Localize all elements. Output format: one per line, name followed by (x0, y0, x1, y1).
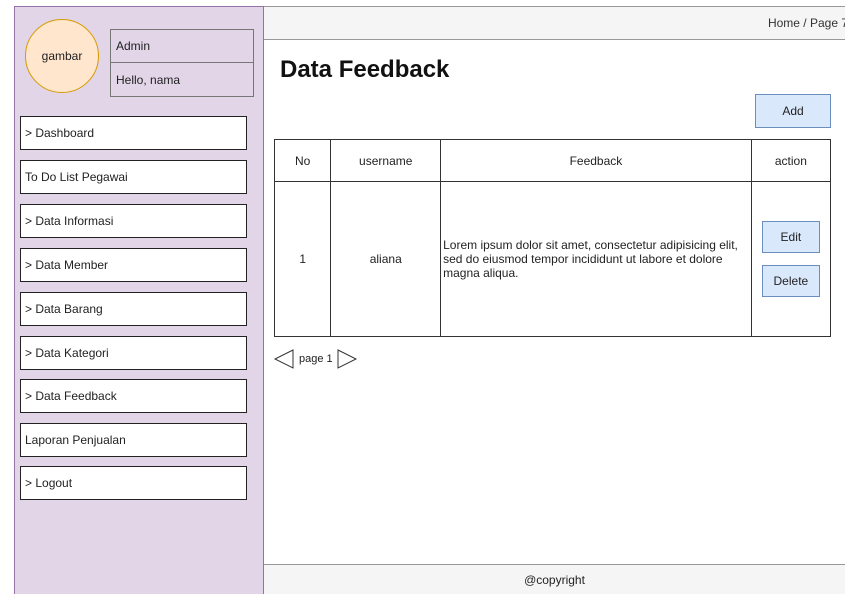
sidebar-item-laporan-penjualan[interactable]: Laporan Penjualan (20, 423, 247, 457)
action-spacer (753, 253, 829, 265)
sidebar: gambar Admin Hello, nama > Dashboard To … (14, 6, 264, 594)
user-info: Admin Hello, nama (110, 29, 254, 97)
sidebar-item-label: > Data Barang (25, 302, 103, 316)
triangle-left-icon[interactable] (273, 348, 295, 370)
table-header-row: No username Feedback action (273, 139, 832, 182)
sidebar-item-label: > Data Kategori (25, 346, 109, 360)
avatar[interactable]: gambar (25, 19, 99, 93)
delete-button[interactable]: Delete (761, 265, 820, 297)
feedback-table: No username Feedback action 1 aliana Lor… (273, 139, 832, 337)
add-button-label: Add (782, 104, 804, 118)
column-header-no: No (273, 139, 332, 182)
cell-feedback: Lorem ipsum dolor sit amet, consectetur … (440, 181, 752, 337)
breadcrumb[interactable]: Home / Page 7 (768, 16, 845, 30)
table-row: 1 aliana Lorem ipsum dolor sit amet, con… (273, 181, 832, 337)
copyright-text: @copyright (524, 572, 585, 587)
column-header-action: action (750, 139, 832, 182)
sidebar-item-label: Laporan Penjualan (25, 433, 126, 447)
column-header-username: username (330, 139, 442, 182)
sidebar-item-data-kategori[interactable]: > Data Kategori (20, 336, 247, 370)
sidebar-item-data-informasi[interactable]: > Data Informasi (20, 204, 247, 238)
sidebar-item-label: > Data Feedback (25, 389, 117, 403)
triangle-right-icon[interactable] (336, 348, 358, 370)
top-bar: Home / Page 7 (264, 6, 845, 40)
cell-no: 1 (273, 181, 332, 337)
sidebar-item-todo-pegawai[interactable]: To Do List Pegawai (20, 160, 247, 194)
footer: @copyright (264, 564, 845, 594)
cell-username: aliana (330, 181, 442, 337)
sidebar-item-dashboard[interactable]: > Dashboard (20, 116, 247, 150)
sidebar-item-label: > Dashboard (25, 126, 95, 140)
user-greeting: Hello, nama (116, 72, 181, 87)
sidebar-item-label: > Data Member (25, 258, 109, 272)
sidebar-item-data-member[interactable]: > Data Member (20, 248, 247, 282)
avatar-text: gambar (41, 49, 83, 63)
sidebar-item-label: > Logout (25, 476, 73, 490)
edit-button[interactable]: Edit (761, 221, 820, 253)
add-button[interactable]: Add (755, 94, 831, 128)
sidebar-item-data-barang[interactable]: > Data Barang (20, 292, 247, 326)
pagination: page 1 (273, 348, 358, 370)
cell-action: Edit Delete (750, 181, 832, 337)
sidebar-item-label: To Do List Pegawai (25, 170, 128, 184)
page-label: page 1 (299, 353, 333, 365)
column-header-feedback: Feedback (440, 139, 752, 182)
user-role: Admin (111, 30, 253, 63)
page-title: Data Feedback (280, 56, 450, 83)
sidebar-item-label: > Data Informasi (25, 214, 114, 228)
sidebar-item-logout[interactable]: > Logout (20, 466, 247, 500)
feedback-text: Lorem ipsum dolor sit amet, consectetur … (443, 238, 738, 280)
sidebar-item-data-feedback[interactable]: > Data Feedback (20, 379, 247, 413)
